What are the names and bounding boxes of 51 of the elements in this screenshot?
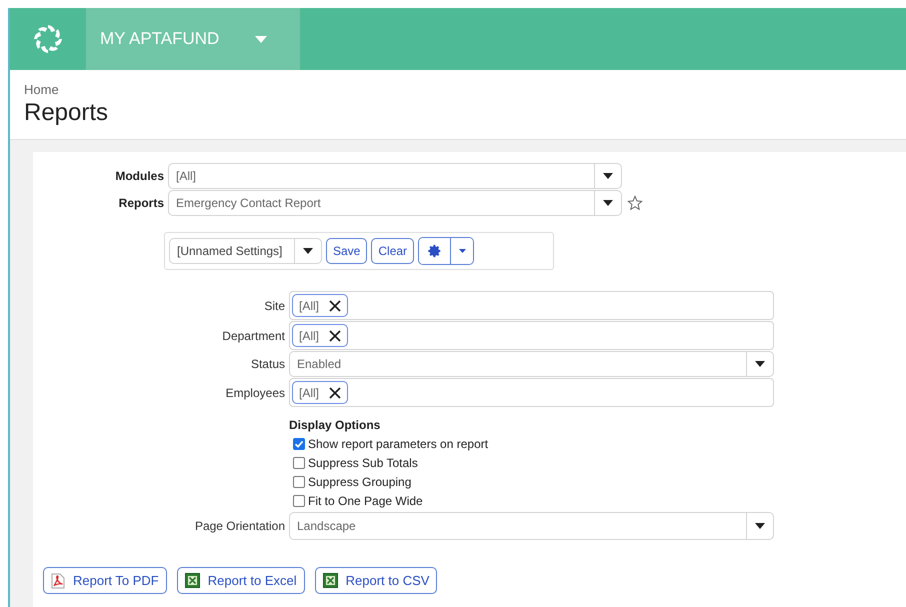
checkbox[interactable] xyxy=(293,456,305,468)
field-label: Employees xyxy=(224,386,286,400)
logo-icon xyxy=(31,22,65,56)
spreadsheet-icon xyxy=(184,573,200,588)
dropdown-field[interactable]: Landscape xyxy=(289,512,774,540)
multiselect-field[interactable]: [All] xyxy=(289,321,774,350)
field-label: Department xyxy=(221,328,286,342)
dropdown-field[interactable]: [All] xyxy=(168,163,622,189)
page-title: Reports xyxy=(24,99,110,127)
settings-button[interactable]: Clear xyxy=(371,238,414,264)
checkbox[interactable] xyxy=(293,494,305,506)
checkbox[interactable] xyxy=(293,438,305,450)
dropdown-field[interactable]: Emergency Contact Report xyxy=(168,190,622,216)
field-label: Site xyxy=(263,298,286,312)
field-label: Status xyxy=(250,357,286,371)
checkbox-label: Fit to One Page Wide xyxy=(308,494,423,508)
breadcrumb-link[interactable]: Home xyxy=(24,82,906,97)
field-label: Reports xyxy=(118,196,165,210)
close-icon[interactable] xyxy=(329,300,342,312)
export-button[interactable]: Report To PDF xyxy=(43,567,167,594)
checkbox-label: Suppress Sub Totals xyxy=(308,456,418,470)
export-button[interactable]: Report to Excel xyxy=(176,567,305,594)
caret-icon xyxy=(755,361,765,367)
settings-button[interactable]: Save xyxy=(326,238,368,264)
filter-tag[interactable]: [All] xyxy=(292,324,348,347)
dropdown-button[interactable] xyxy=(450,238,474,264)
multiselect-field[interactable]: [All] xyxy=(289,378,774,407)
checkbox-label: Show report parameters on report xyxy=(308,436,488,450)
spreadsheet-icon xyxy=(322,573,338,588)
filter-tag[interactable]: [All] xyxy=(292,381,348,404)
close-icon[interactable] xyxy=(329,386,342,398)
document-icon xyxy=(51,572,65,588)
caret-icon xyxy=(755,523,765,529)
caret-icon xyxy=(303,248,313,254)
settings-dropdown[interactable]: [Unnamed Settings] xyxy=(169,238,322,264)
multiselect-field[interactable]: [All] xyxy=(289,291,774,320)
caret-icon xyxy=(255,36,268,42)
caret-icon xyxy=(458,249,466,253)
field-label: Page Orientation xyxy=(194,519,286,533)
checkbox-label: Suppress Grouping xyxy=(308,474,412,488)
star-icon[interactable] xyxy=(627,195,643,211)
checkbox[interactable] xyxy=(293,476,305,488)
settings-icon xyxy=(428,244,442,258)
section-title: Display Options xyxy=(289,418,382,432)
field-label: Modules xyxy=(114,169,165,183)
caret-icon xyxy=(603,200,613,206)
close-icon[interactable] xyxy=(329,330,342,342)
caret-icon xyxy=(603,173,613,179)
filter-tag[interactable]: [All] xyxy=(292,294,348,317)
export-button[interactable]: Report to CSV xyxy=(314,567,438,594)
dropdown-field[interactable]: Enabled xyxy=(289,351,774,377)
